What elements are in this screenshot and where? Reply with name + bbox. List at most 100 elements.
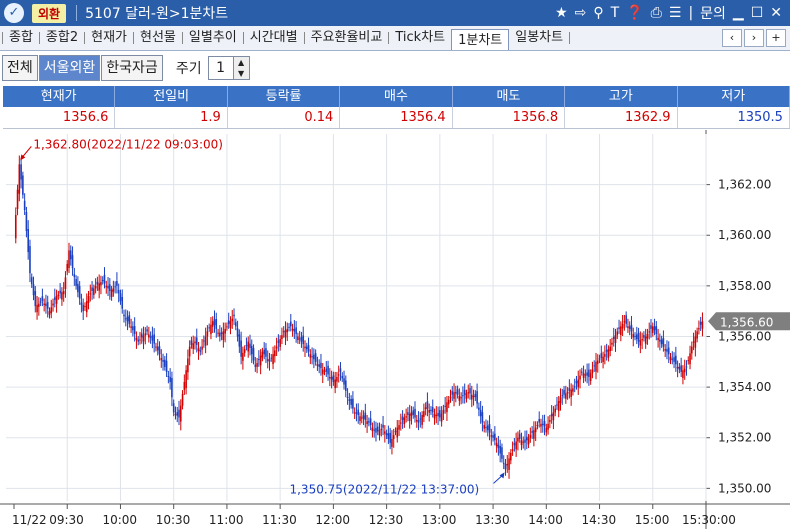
candle-body (591, 369, 594, 374)
quote-value-row: 1356.6 1.9 0.14 1356.4 1356.8 1362.9 135… (3, 107, 790, 129)
candle-body (470, 394, 473, 400)
candle-body (513, 443, 516, 446)
tab-daily-trend[interactable]: 일별추이 (183, 28, 243, 48)
candle-body (549, 420, 551, 422)
candle-body (130, 326, 132, 328)
candle-body (69, 250, 72, 260)
filter-all-button[interactable]: 전체 (2, 55, 38, 81)
candle-body (426, 401, 429, 409)
candle-body (648, 331, 651, 333)
tab-rate-compare[interactable]: 주요환율비교 (305, 28, 389, 48)
tab-spot-futures[interactable]: 현선물 (134, 28, 182, 48)
candle-body (412, 410, 415, 415)
candle-body (279, 339, 281, 347)
candle-body (586, 372, 588, 376)
candle-body (701, 321, 704, 329)
candle-body (616, 331, 619, 336)
tab-by-time[interactable]: 시간대별 (244, 28, 304, 48)
candle-body (261, 351, 264, 358)
candle-body (98, 283, 100, 291)
tab-prev-button[interactable]: ‹ (722, 29, 742, 47)
candle-body (550, 413, 553, 417)
candle-body (561, 395, 564, 397)
print-icon[interactable]: ⎙ (651, 5, 662, 21)
tab-summary2[interactable]: 종합2 (40, 28, 84, 48)
close-icon[interactable]: ✕ (770, 5, 782, 21)
candle-body (577, 379, 580, 388)
candle-body (156, 346, 159, 351)
candle-body (446, 402, 448, 413)
x-tick-label: 11/22 (12, 513, 47, 527)
candle-body (256, 363, 258, 367)
candle-body (698, 328, 700, 330)
candle-body (192, 343, 195, 349)
candle-body (222, 331, 225, 341)
candle-body (376, 426, 379, 432)
candle-body (392, 435, 395, 439)
candle-body (327, 365, 329, 375)
price-chart[interactable]: 1,362.00 1,360.00 1,358.00 1,356.00 1,354.00… (0, 130, 790, 529)
quote-header-high: 고가 (565, 86, 678, 107)
candle-body (226, 326, 228, 328)
tab-bar: 종합 종합2 현재가 현선물 일별추이 시간대별 주요환율비교 Tick차트 1… (0, 26, 790, 51)
candle-body (364, 412, 367, 421)
candle-body (479, 409, 482, 417)
x-tick-label: 13:00 (422, 513, 457, 527)
candle-body (403, 417, 406, 425)
candle-body (653, 326, 656, 331)
candle-body (357, 409, 360, 415)
period-value[interactable]: 1 (209, 60, 233, 76)
candle-body (313, 354, 315, 360)
inquiry-button[interactable]: 문의 (700, 3, 726, 23)
candle-body (149, 336, 152, 338)
candle-body (641, 339, 643, 341)
maximize-icon[interactable]: ☐ (751, 5, 764, 21)
text-icon[interactable]: T (611, 5, 620, 21)
candle-body (252, 348, 255, 361)
quote-header-low: 저가 (678, 86, 790, 107)
chart-svg[interactable]: 1,362.00 1,360.00 1,358.00 1,356.00 1,354.00… (0, 130, 790, 529)
quote-ask-value: 1356.8 (453, 107, 566, 128)
help-icon[interactable]: ❓ (626, 5, 643, 21)
candle-body (685, 366, 688, 368)
x-tick-label: 13:30 (475, 513, 510, 527)
export-icon[interactable]: ⇨ (575, 5, 587, 21)
tab-next-button[interactable]: › (744, 29, 764, 47)
candle-body (215, 319, 218, 329)
candle-body (110, 289, 113, 297)
candle-body (566, 392, 569, 394)
star-icon[interactable]: ★ (555, 5, 568, 21)
quote-header-rate: 등락률 (228, 86, 341, 107)
quote-rate-value: 0.14 (228, 107, 341, 128)
candle-body (501, 447, 503, 459)
candle-body (34, 291, 37, 307)
candle-body (669, 356, 672, 361)
candle-body (89, 293, 92, 295)
filter-korea-money-button[interactable]: 한국자금 (101, 55, 163, 81)
candle-body (293, 328, 296, 332)
tab-add-button[interactable]: + (766, 29, 786, 47)
candle-body (171, 377, 173, 398)
list-icon[interactable]: ☰ (669, 5, 682, 21)
tab-1min-chart[interactable]: 1분차트 (451, 28, 510, 50)
minimize-icon[interactable]: ▁ (733, 5, 744, 21)
link-icon[interactable]: ⚲ (593, 5, 603, 21)
tab-tick-chart[interactable]: Tick차트 (389, 28, 451, 48)
candle-body (38, 303, 40, 307)
tab-daily-chart[interactable]: 일봉차트 (509, 28, 569, 48)
candle-body (387, 433, 390, 439)
period-updown-icon[interactable]: ▲ ▼ (232, 57, 249, 79)
candle-body (439, 410, 441, 418)
candle-body (336, 376, 338, 382)
candle-body (254, 364, 257, 367)
candle-body (543, 421, 546, 427)
x-tick-label: 14:30 (582, 513, 617, 527)
candle-body (151, 335, 154, 341)
period-stepper[interactable]: 1 ▲ ▼ (207, 56, 250, 80)
candle-body (515, 441, 517, 450)
candle-body (243, 349, 246, 353)
tab-current-price[interactable]: 현재가 (85, 28, 133, 48)
filter-seoul-fx-button[interactable]: 서울외환 (38, 55, 101, 81)
tab-summary[interactable]: 종합 (3, 28, 39, 48)
candle-body (190, 340, 193, 345)
